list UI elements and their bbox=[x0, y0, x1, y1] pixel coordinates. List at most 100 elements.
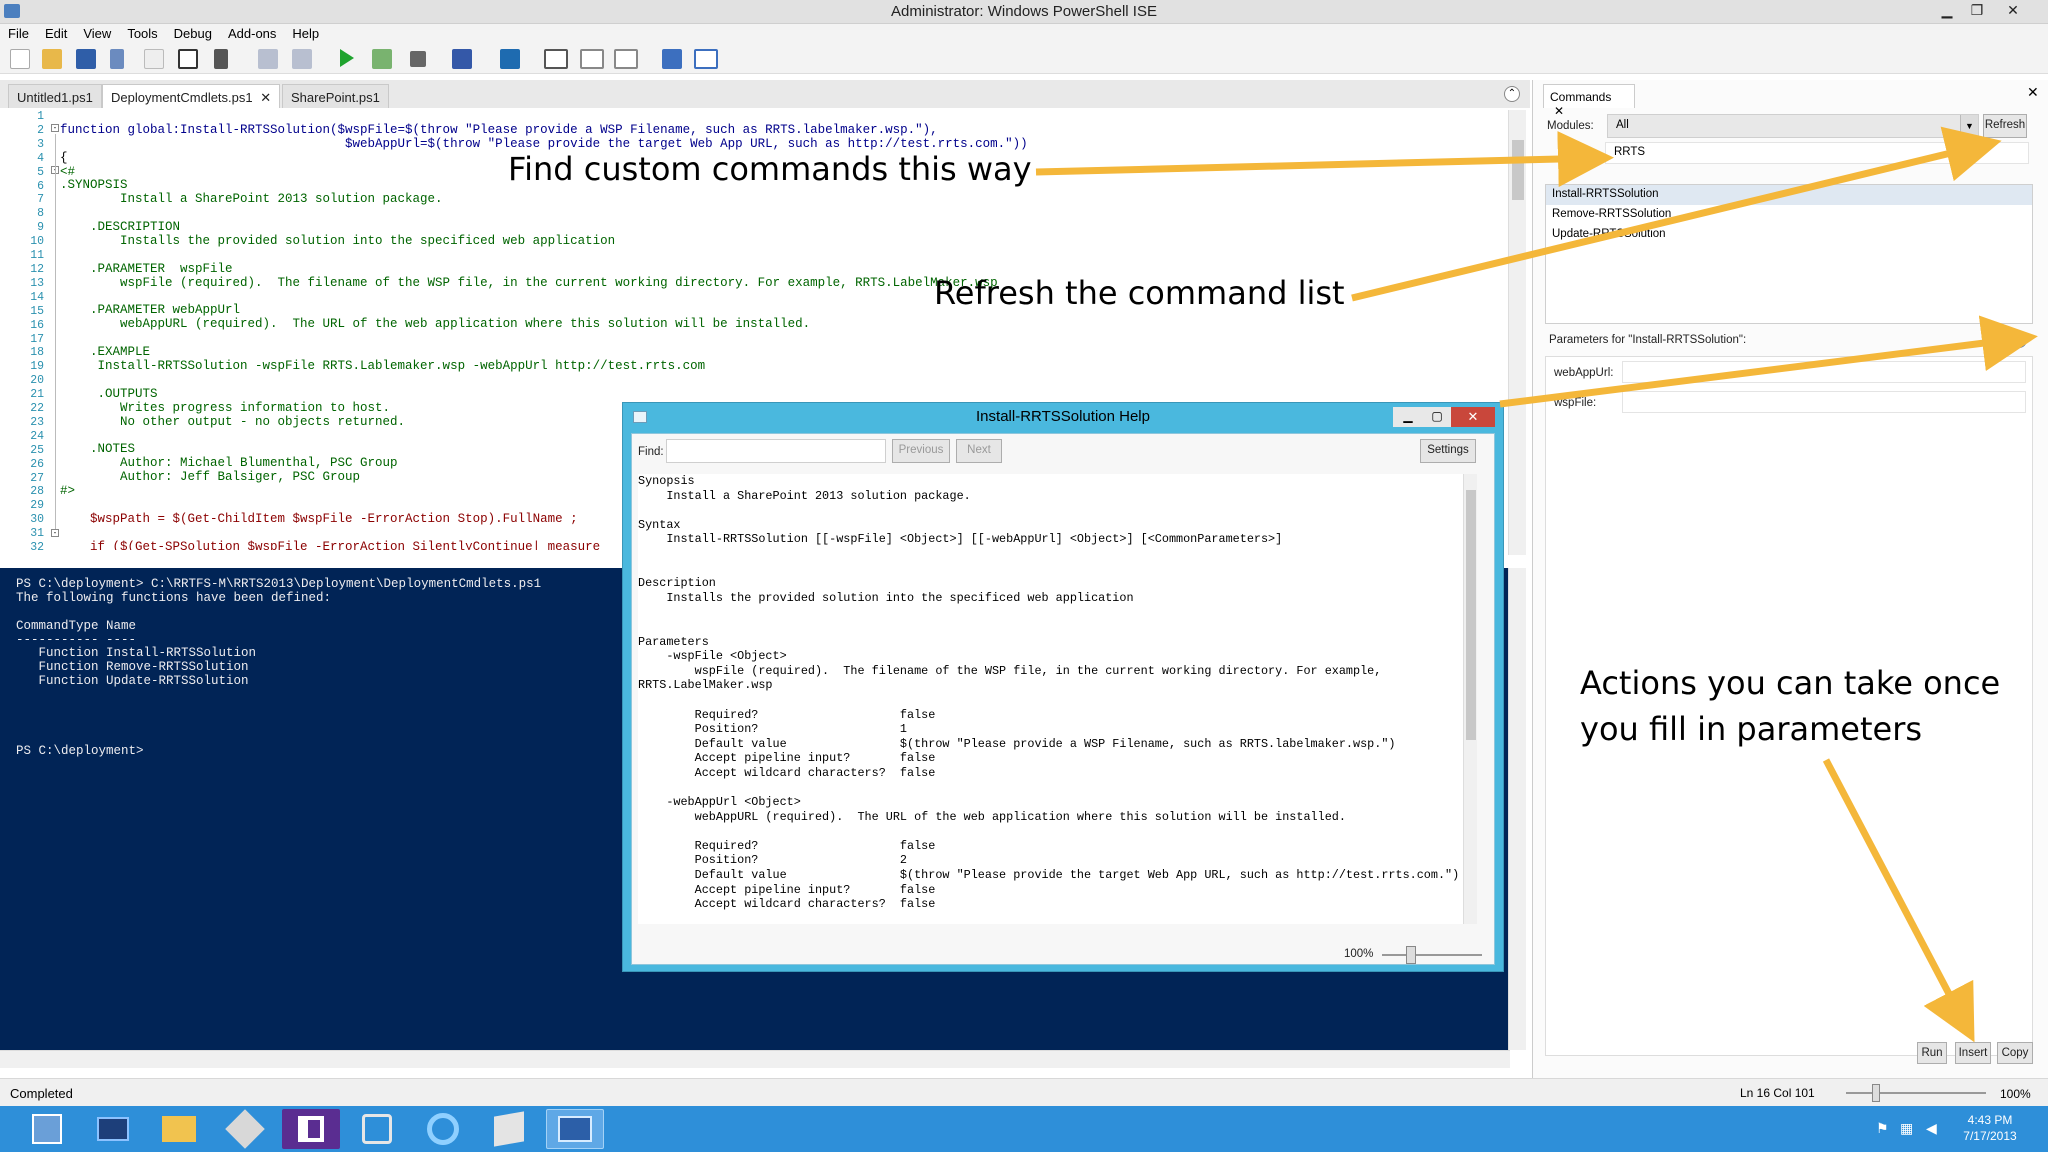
clock[interactable]: 4:43 PM 7/17/2013 bbox=[1950, 1112, 2030, 1144]
zoom-slider[interactable] bbox=[1846, 1084, 1986, 1102]
code-line: webAppURL (required). The URL of the web… bbox=[60, 317, 811, 332]
insert-button[interactable]: Insert bbox=[1955, 1042, 1991, 1064]
copy-icon[interactable] bbox=[144, 49, 164, 69]
tab-close-icon[interactable]: ✕ bbox=[260, 90, 271, 105]
server-manager-icon[interactable] bbox=[18, 1109, 76, 1149]
console-horizontal-scrollbar[interactable] bbox=[0, 1050, 1510, 1068]
annotation-find: Find custom commands this way bbox=[508, 150, 1032, 188]
find-input[interactable] bbox=[666, 439, 886, 463]
show-script-pane-max-icon[interactable] bbox=[614, 49, 638, 69]
find-label: Find: bbox=[638, 446, 664, 458]
menu-view[interactable]: View bbox=[75, 24, 119, 41]
code-line: .EXAMPLE bbox=[60, 345, 151, 360]
show-command-window-icon[interactable] bbox=[662, 49, 682, 69]
menu-edit[interactable]: Edit bbox=[37, 24, 75, 41]
start-powershell-icon[interactable] bbox=[500, 49, 520, 69]
code-line: .OUTPUTS bbox=[60, 386, 158, 401]
menu-help[interactable]: Help bbox=[284, 24, 327, 41]
cursor-position: Ln 16 Col 101 bbox=[1740, 1086, 1815, 1100]
clear-console-icon[interactable] bbox=[214, 49, 228, 69]
script-tabs: Untitled1.ps1 DeploymentCmdlets.ps1 ✕ Sh… bbox=[0, 80, 1530, 108]
show-script-pane-right-icon[interactable] bbox=[580, 49, 604, 69]
command-list[interactable]: Install-RRTSSolution Remove-RRTSSolution… bbox=[1545, 184, 2033, 324]
open-file-icon[interactable] bbox=[42, 49, 62, 69]
run-selection-icon[interactable] bbox=[372, 49, 392, 69]
command-list-item[interactable]: Install-RRTSSolution bbox=[1546, 185, 2032, 205]
show-command-addon-icon[interactable] bbox=[694, 49, 718, 69]
stop-icon[interactable] bbox=[410, 51, 426, 67]
close-button[interactable]: ✕ bbox=[1998, 0, 2028, 20]
console-scrollbar[interactable] bbox=[1508, 568, 1526, 1050]
next-button[interactable]: Next bbox=[956, 439, 1002, 463]
menu-tools[interactable]: Tools bbox=[119, 24, 165, 41]
line-numbers: 1 2 3 4 5 6 7 8 9 10 11 12 13 14 15 16 1… bbox=[30, 110, 44, 550]
command-list-item[interactable]: Remove-RRTSSolution bbox=[1546, 205, 2032, 225]
command-list-item[interactable]: Update-RRTSSolution bbox=[1546, 225, 2032, 245]
paste-icon[interactable] bbox=[178, 49, 198, 69]
explorer-icon[interactable] bbox=[150, 1109, 208, 1149]
help-minimize-button[interactable]: ▁ bbox=[1393, 407, 1423, 427]
collapse-pane-icon[interactable]: ⌃ bbox=[1504, 86, 1520, 102]
new-file-icon[interactable] bbox=[10, 49, 30, 69]
run-button[interactable]: Run bbox=[1917, 1042, 1947, 1064]
tab-sharepoint[interactable]: SharePoint.ps1 bbox=[282, 84, 389, 108]
menu-addons[interactable]: Add-ons bbox=[220, 24, 284, 41]
commands-tab[interactable]: Commands ✕ bbox=[1543, 84, 1635, 118]
network-icon[interactable]: ▦ bbox=[1900, 1120, 1913, 1137]
panel-close-icon[interactable]: ✕ bbox=[2027, 84, 2039, 101]
undo-icon[interactable] bbox=[258, 49, 278, 69]
help-maximize-button[interactable]: ▢ bbox=[1423, 407, 1451, 427]
redo-icon[interactable] bbox=[292, 49, 312, 69]
tools-icon[interactable] bbox=[216, 1109, 274, 1149]
modules-value: All bbox=[1616, 119, 1629, 131]
remote-powershell-icon[interactable] bbox=[452, 49, 472, 69]
minimize-button[interactable]: ▁ bbox=[1932, 0, 1962, 20]
menu-file[interactable]: File bbox=[0, 24, 37, 41]
tab-deploymentcmdlets[interactable]: DeploymentCmdlets.ps1 ✕ bbox=[102, 84, 281, 108]
help-zoom-slider[interactable] bbox=[1382, 946, 1482, 964]
refresh-button[interactable]: Refresh bbox=[1983, 114, 2027, 138]
volume-icon[interactable]: ◀ bbox=[1926, 1120, 1937, 1137]
run-script-icon[interactable] bbox=[340, 49, 354, 67]
tab-label: SharePoint.ps1 bbox=[291, 90, 380, 105]
code-line: Installs the provided solution into the … bbox=[60, 234, 616, 249]
previous-button[interactable]: Previous bbox=[892, 439, 950, 463]
settings-button[interactable]: Settings bbox=[1420, 439, 1476, 463]
modules-select[interactable]: All ▼ bbox=[1607, 114, 1979, 138]
fold-markers: - - - bbox=[50, 124, 60, 544]
visual-studio-icon[interactable] bbox=[282, 1109, 340, 1149]
window-title: Administrator: Windows PowerShell ISE bbox=[891, 3, 1157, 20]
notepad-icon[interactable] bbox=[480, 1109, 538, 1149]
copy-button[interactable]: Copy bbox=[1997, 1042, 2033, 1064]
admin-tools-icon[interactable] bbox=[348, 1109, 406, 1149]
code-line: Install a SharePoint 2013 solution packa… bbox=[60, 192, 443, 207]
help-text: Synopsis Install a SharePoint 2013 solut… bbox=[638, 474, 1463, 924]
help-window-icon bbox=[633, 411, 647, 423]
powershell-ise-icon[interactable] bbox=[546, 1109, 604, 1149]
help-close-button[interactable]: ✕ bbox=[1451, 407, 1495, 427]
save-icon[interactable] bbox=[76, 49, 96, 69]
help-icon[interactable]: ? bbox=[2011, 332, 2027, 348]
name-input[interactable]: RRTS bbox=[1605, 142, 2029, 164]
menu-bar: File Edit View Tools Debug Add-ons Help bbox=[0, 24, 2048, 44]
tab-untitled1[interactable]: Untitled1.ps1 bbox=[8, 84, 102, 108]
parameters-label: Parameters for "Install-RRTSSolution": bbox=[1549, 334, 1747, 346]
title-bar: Administrator: Windows PowerShell ISE ▁ … bbox=[0, 0, 2048, 24]
menu-debug[interactable]: Debug bbox=[166, 24, 220, 41]
toolbar bbox=[0, 44, 2048, 74]
editor-scrollbar[interactable] bbox=[1508, 110, 1526, 555]
ie-icon[interactable] bbox=[414, 1109, 472, 1149]
powershell-icon[interactable] bbox=[84, 1109, 142, 1149]
webappurl-input[interactable] bbox=[1622, 361, 2026, 383]
cut-icon[interactable] bbox=[110, 49, 124, 69]
maximize-button[interactable]: ❐ bbox=[1962, 0, 1992, 20]
commands-tab-close-icon[interactable]: ✕ bbox=[1554, 104, 1564, 118]
commands-tab-label: Commands bbox=[1550, 90, 1612, 104]
flag-icon[interactable]: ⚑ bbox=[1876, 1120, 1889, 1137]
wspfile-input[interactable] bbox=[1622, 391, 2026, 413]
show-script-pane-top-icon[interactable] bbox=[544, 49, 568, 69]
help-scrollbar[interactable] bbox=[1463, 474, 1477, 924]
